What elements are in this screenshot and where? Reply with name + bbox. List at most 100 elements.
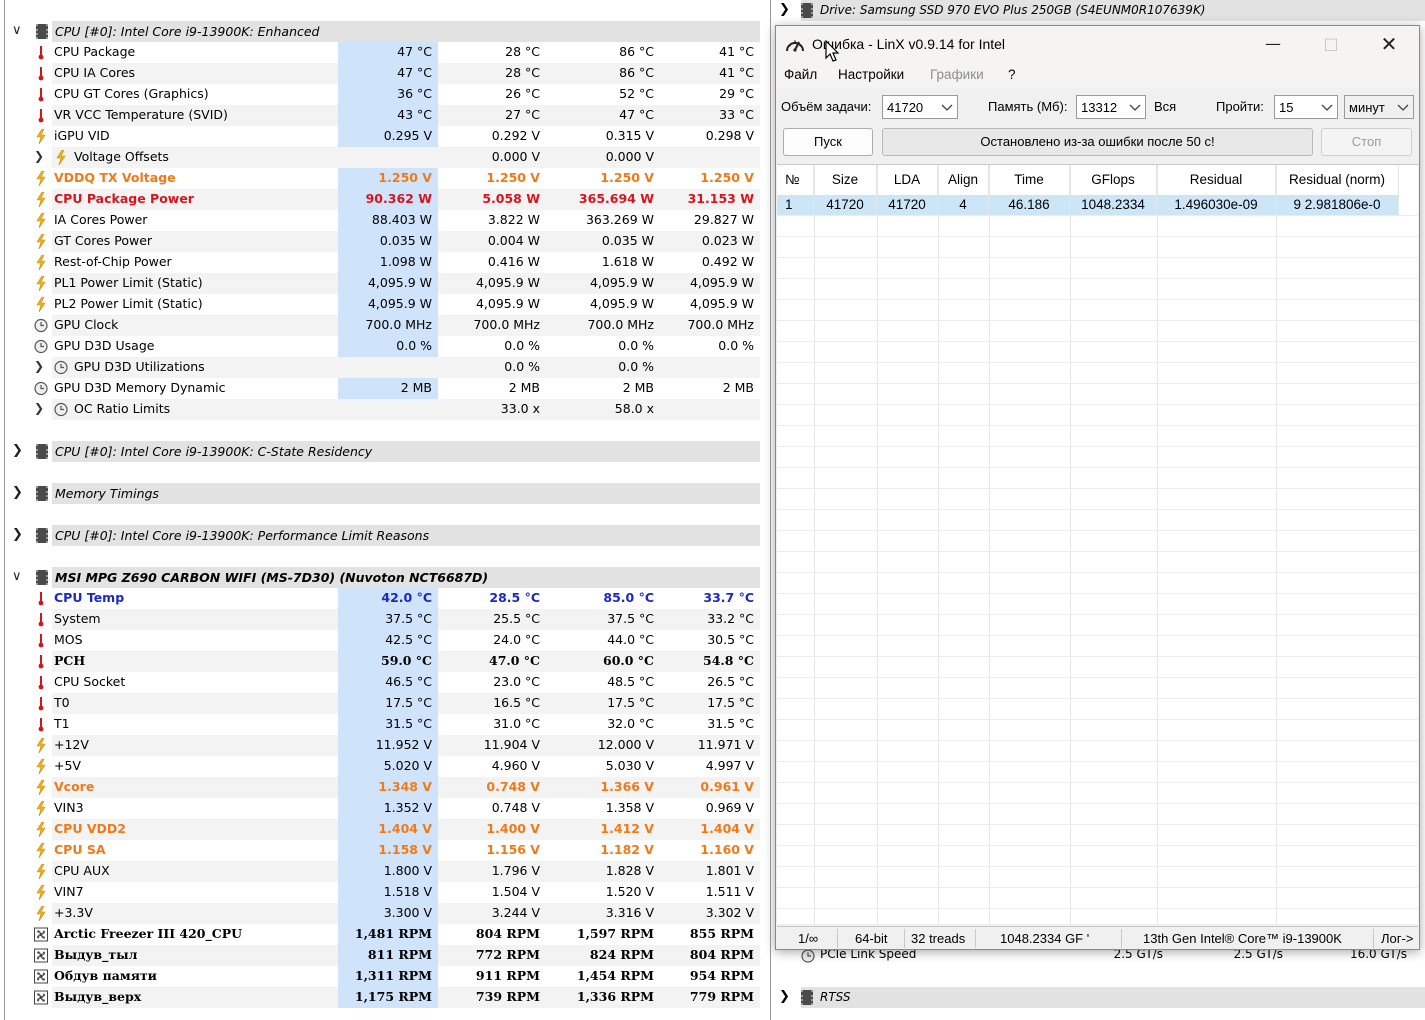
sensor-row[interactable]: ❯ Voltage Offsets 0.000 V 0.000 V bbox=[0, 147, 768, 168]
cpu-group-header[interactable]: ∨ CPU [#0]: Intel Core i9-13900K: Enhance… bbox=[0, 21, 768, 42]
sensor-row[interactable]: CPU AUX 1.800 V 1.796 V 1.828 V 1.801 V bbox=[0, 861, 768, 882]
close-button[interactable]: ✕ bbox=[1360, 26, 1418, 64]
menu-file[interactable]: Файл bbox=[784, 67, 817, 82]
sensor-row[interactable]: GT Cores Power 0.035 W 0.004 W 0.035 W 0.023… bbox=[0, 231, 768, 252]
chevron-down-icon[interactable] bbox=[1320, 99, 1334, 115]
sensor-value: 954 RPM bbox=[689, 968, 754, 983]
header-col-number[interactable]: № bbox=[777, 165, 814, 195]
menu-graphs[interactable]: Графики bbox=[930, 67, 984, 82]
sensor-row[interactable]: System 37.5 °C 25.5 °C 37.5 °C 33.2 °C bbox=[0, 609, 768, 630]
sensor-row[interactable]: GPU Clock 700.0 MHz 700.0 MHz 700.0 MHz 700.… bbox=[0, 315, 768, 336]
sensor-row[interactable]: CPU Socket 46.5 °C 23.0 °C 48.5 °C 26.5 °C bbox=[0, 672, 768, 693]
table-cell[interactable]: 1048.2334 bbox=[1070, 195, 1157, 215]
stop-button[interactable]: Стоп bbox=[1321, 128, 1412, 156]
title-bar[interactable]: Ошибка - LinX v0.9.14 for Intel — □ ✕ bbox=[776, 26, 1419, 64]
sensor-value: 365.694 W bbox=[578, 191, 654, 206]
sensor-row[interactable]: Обдув памяти 1,311 RPM 911 RPM 1,454 RPM 954… bbox=[0, 966, 768, 987]
all-memory-label[interactable]: Вся bbox=[1154, 99, 1176, 114]
header-col-residual-norm[interactable]: Residual (norm) bbox=[1276, 165, 1399, 195]
sensor-row[interactable]: iGPU VID 0.295 V 0.292 V 0.315 V 0.298 V bbox=[0, 126, 768, 147]
sensor-row[interactable]: T1 31.5 °C 31.0 °C 32.0 °C 31.5 °C bbox=[0, 714, 768, 735]
header-col-gflops[interactable]: GFlops bbox=[1070, 165, 1157, 195]
chevron-right-icon[interactable]: ❯ bbox=[779, 2, 790, 17]
sensor-row[interactable]: Rest-of-Chip Power 1.098 W 0.416 W 1.618 W 0… bbox=[0, 252, 768, 273]
sensor-value: 2 MB bbox=[722, 380, 754, 395]
drive-group-header[interactable]: ❯ Drive: Samsung SSD 970 EVO Plus 250GB … bbox=[771, 0, 1425, 21]
start-button[interactable]: Пуск bbox=[783, 128, 873, 156]
table-cell[interactable]: 4 bbox=[938, 195, 989, 215]
sensor-row[interactable]: VDDQ TX Voltage 1.250 V 1.250 V 1.250 V 1.25… bbox=[0, 168, 768, 189]
chevron-down-icon[interactable] bbox=[940, 99, 954, 115]
chevron-down-icon[interactable]: ∨ bbox=[12, 23, 22, 38]
header-col-residual[interactable]: Residual bbox=[1157, 165, 1276, 195]
sensor-row[interactable]: GPU D3D Usage 0.0 % 0.0 % 0.0 % 0.0 % bbox=[0, 336, 768, 357]
log-button[interactable]: Лог-> bbox=[1381, 931, 1413, 946]
sensor-row[interactable]: CPU VDD2 1.404 V 1.400 V 1.412 V 1.404 V bbox=[0, 819, 768, 840]
chevron-right-icon[interactable]: ❯ bbox=[34, 359, 44, 373]
chevron-right-icon[interactable]: ❯ bbox=[12, 527, 23, 542]
passes-combo[interactable]: 15 bbox=[1274, 95, 1338, 119]
thermometer-icon bbox=[34, 87, 48, 102]
menu-help[interactable]: ? bbox=[1008, 67, 1016, 82]
memory-combo[interactable]: 13312 bbox=[1076, 95, 1146, 119]
table-cell[interactable]: 41720 bbox=[814, 195, 877, 215]
sensor-row[interactable]: MOS 42.5 °C 24.0 °C 44.0 °C 30.5 °C bbox=[0, 630, 768, 651]
sensor-value: 779 RPM bbox=[689, 989, 754, 1004]
rtss-group-header[interactable]: ❯ RTSS bbox=[771, 987, 1425, 1008]
lightning-icon bbox=[34, 905, 48, 922]
chevron-down-icon[interactable]: ∨ bbox=[12, 569, 22, 584]
sensor-row[interactable]: IA Cores Power 88.403 W 3.822 W 363.269 W 29… bbox=[0, 210, 768, 231]
chevron-down-icon[interactable] bbox=[1128, 99, 1142, 115]
sensor-row[interactable]: VIN3 1.352 V 0.748 V 1.358 V 0.969 V bbox=[0, 798, 768, 819]
chevron-right-icon[interactable]: ❯ bbox=[12, 485, 23, 500]
table-cell[interactable]: 1 bbox=[777, 195, 814, 215]
sensor-row[interactable]: PL1 Power Limit (Static) 4,095.9 W 4,095.9… bbox=[0, 273, 768, 294]
sensor-row[interactable]: GPU D3D Memory Dynamic 2 MB 2 MB 2 MB 2 MB bbox=[0, 378, 768, 399]
sensor-row[interactable]: CPU IA Cores 47 °C 28 °C 86 °C 41 °C bbox=[0, 63, 768, 84]
collapsed-group-header[interactable]: ❯ CPU [#0]: Intel Core i9-13900K: C-State… bbox=[0, 441, 768, 462]
sensor-name: IA Cores Power bbox=[54, 212, 148, 227]
header-col-size[interactable]: Size bbox=[814, 165, 877, 195]
collapsed-group-header[interactable]: ❯ CPU [#0]: Intel Core i9-13900K: Perform… bbox=[0, 525, 768, 546]
table-cell[interactable]: 9 2.981806e-0 bbox=[1276, 195, 1399, 215]
chevron-right-icon[interactable]: ❯ bbox=[34, 401, 44, 415]
chevron-down-icon[interactable] bbox=[1396, 99, 1410, 115]
maximize-button[interactable]: □ bbox=[1302, 26, 1360, 64]
units-combo[interactable]: минут bbox=[1344, 95, 1414, 119]
sensor-row[interactable]: CPU GT Cores (Graphics) 36 °C 26 °C 52 °C 29… bbox=[0, 84, 768, 105]
sensor-row[interactable]: PL2 Power Limit (Static) 4,095.9 W 4,095.9… bbox=[0, 294, 768, 315]
sensor-row[interactable]: +12V 11.952 V 11.904 V 12.000 V 11.971 V bbox=[0, 735, 768, 756]
sensor-row[interactable]: +5V 5.020 V 4.960 V 5.030 V 4.997 V bbox=[0, 756, 768, 777]
sensor-row[interactable]: VIN7 1.518 V 1.504 V 1.520 V 1.511 V bbox=[0, 882, 768, 903]
collapsed-group-header[interactable]: ❯ Memory Timings bbox=[0, 483, 768, 504]
header-col-lda[interactable]: LDA bbox=[877, 165, 938, 195]
sensor-row[interactable]: ❯ OC Ratio Limits 33.0 x 58.0 x bbox=[0, 399, 768, 420]
sensor-row[interactable]: CPU SA 1.158 V 1.156 V 1.182 V 1.160 V bbox=[0, 840, 768, 861]
sensor-name: Обдув памяти bbox=[54, 968, 157, 983]
sensor-row[interactable]: Выдув_верх 1,175 RPM 739 RPM 1,336 RPM 779 R… bbox=[0, 987, 768, 1008]
table-cell[interactable]: 46.186 bbox=[989, 195, 1070, 215]
sensor-row[interactable]: Arctic Freezer III 420_CPU 1,481 RPM 804 R… bbox=[0, 924, 768, 945]
minimize-button[interactable]: — bbox=[1244, 26, 1302, 64]
header-col-time[interactable]: Time bbox=[989, 165, 1070, 195]
sensor-row[interactable]: VR VCC Temperature (SVID) 43 °C 27 °C 47 °C… bbox=[0, 105, 768, 126]
sensor-row[interactable]: CPU Temp 42.0 °C 28.5 °C 85.0 °C 33.7 °C bbox=[0, 588, 768, 609]
chevron-right-icon[interactable]: ❯ bbox=[12, 443, 23, 458]
menu-settings[interactable]: Настройки bbox=[838, 67, 904, 82]
motherboard-group-header[interactable]: ∨ MSI MPG Z690 CARBON WIFI (MS-7D30) (Nuv… bbox=[0, 567, 768, 588]
sensor-row[interactable]: PCH 59.0 °C 47.0 °C 60.0 °C 54.8 °C bbox=[0, 651, 768, 672]
sensor-row[interactable]: T0 17.5 °C 16.5 °C 17.5 °C 17.5 °C bbox=[0, 693, 768, 714]
sensor-row[interactable]: ❯ GPU D3D Utilizations 0.0 % 0.0 % bbox=[0, 357, 768, 378]
header-col-align[interactable]: Align bbox=[938, 165, 989, 195]
sensor-row[interactable]: +3.3V 3.300 V 3.244 V 3.316 V 3.302 V bbox=[0, 903, 768, 924]
lightning-icon bbox=[34, 779, 48, 796]
table-cell[interactable]: 41720 bbox=[877, 195, 938, 215]
sensor-row[interactable]: CPU Package 47 °C 28 °C 86 °C 41 °C bbox=[0, 42, 768, 63]
chevron-right-icon[interactable]: ❯ bbox=[34, 149, 44, 163]
chevron-right-icon[interactable]: ❯ bbox=[779, 989, 790, 1004]
sensor-row[interactable]: Vcore 1.348 V 0.748 V 1.366 V 0.961 V bbox=[0, 777, 768, 798]
table-cell[interactable]: 1.496030e-09 bbox=[1157, 195, 1276, 215]
problem-size-combo[interactable]: 41720 bbox=[882, 95, 958, 119]
sensor-row[interactable]: CPU Package Power 90.362 W 5.058 W 365.694 … bbox=[0, 189, 768, 210]
sensor-row[interactable]: Выдув_тыл 811 RPM 772 RPM 824 RPM 804 RPM bbox=[0, 945, 768, 966]
